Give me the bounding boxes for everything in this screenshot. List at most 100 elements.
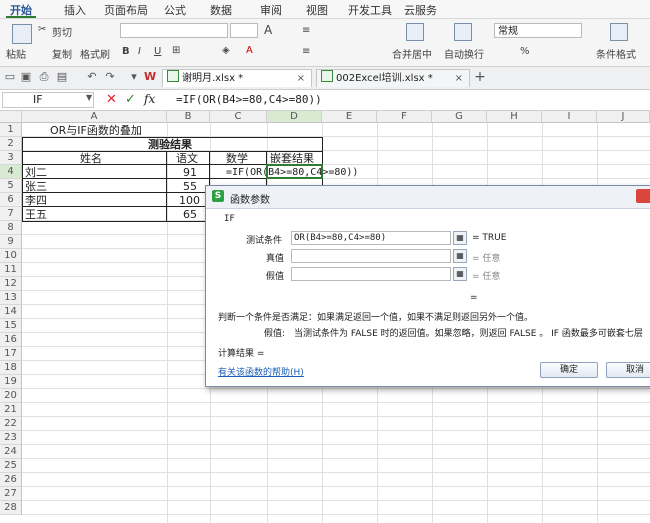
font-size-select[interactable]: [230, 23, 258, 38]
print-icon[interactable]: ⎙: [38, 71, 50, 83]
row-header[interactable]: 21: [0, 403, 22, 417]
align-left-icon[interactable]: ≡: [302, 46, 310, 57]
help-link[interactable]: 有关该函数的帮助(H): [218, 365, 304, 378]
row-header[interactable]: 14: [0, 305, 22, 319]
wrap-text-button[interactable]: 自动换行: [444, 46, 484, 61]
paste-button[interactable]: 粘贴: [6, 46, 26, 61]
font-name-select[interactable]: [120, 23, 228, 38]
column-header-i[interactable]: I: [542, 111, 597, 123]
cancel-formula-icon[interactable]: ✕: [106, 92, 117, 107]
confirm-formula-icon[interactable]: ✓: [125, 92, 136, 107]
border-icon[interactable]: ⊞: [172, 45, 180, 56]
column-header-e[interactable]: E: [322, 111, 377, 123]
number-format-select[interactable]: 常规: [494, 23, 582, 38]
select-all-corner[interactable]: [0, 111, 22, 123]
row-header[interactable]: 10: [0, 249, 22, 263]
column-header-j[interactable]: J: [597, 111, 650, 123]
paste-icon[interactable]: [12, 24, 32, 44]
menu-cloud[interactable]: 云服务: [404, 2, 437, 18]
row-header[interactable]: 16: [0, 333, 22, 347]
merge-center-button[interactable]: 合并居中: [392, 46, 432, 61]
grow-font-button[interactable]: A: [264, 23, 272, 37]
row-header[interactable]: 13: [0, 291, 22, 305]
insert-function-icon[interactable]: fx: [144, 92, 155, 106]
value-if-true-input[interactable]: [291, 249, 451, 263]
formula-input[interactable]: =IF(OR(B4>=80,C4>=80)): [176, 93, 322, 106]
preview-icon[interactable]: ▤: [56, 71, 68, 83]
wrap-text-icon[interactable]: [454, 23, 472, 41]
header-chinese[interactable]: 语文: [176, 152, 198, 165]
cell-d4-formula[interactable]: =IF(OR(B4>=80,C4>=80)): [226, 166, 358, 179]
cell-a1[interactable]: OR与IF函数的叠加: [50, 124, 142, 137]
copy-button[interactable]: 复制: [52, 46, 72, 61]
header-nested[interactable]: 嵌套结果: [270, 152, 314, 165]
row-header[interactable]: 20: [0, 389, 22, 403]
row-header[interactable]: 17: [0, 347, 22, 361]
header-name[interactable]: 姓名: [80, 152, 102, 165]
ok-button[interactable]: 确定: [540, 362, 598, 378]
row-header[interactable]: 9: [0, 235, 22, 249]
row-header[interactable]: 24: [0, 445, 22, 459]
undo-icon[interactable]: ↶: [86, 71, 98, 83]
italic-button[interactable]: I: [138, 46, 141, 57]
cell-score[interactable]: 91: [183, 166, 197, 179]
conditional-format-button[interactable]: 条件格式: [596, 46, 636, 61]
chevron-down-icon[interactable]: ▼: [86, 93, 92, 102]
close-icon[interactable]: ×: [455, 70, 463, 87]
range-select-icon[interactable]: ▦: [453, 267, 467, 281]
row-header[interactable]: 28: [0, 501, 22, 515]
column-header-h[interactable]: H: [487, 111, 542, 123]
row-header[interactable]: 7: [0, 207, 22, 221]
format-painter-button[interactable]: 格式刷: [80, 46, 110, 61]
dropdown-arrow-icon[interactable]: ▾: [128, 71, 140, 83]
dialog-title-bar[interactable]: S 函数参数: [206, 186, 650, 209]
row-header[interactable]: 12: [0, 277, 22, 291]
row-header[interactable]: 22: [0, 417, 22, 431]
menu-developer[interactable]: 开发工具: [348, 2, 392, 18]
menu-review[interactable]: 审阅: [260, 2, 282, 18]
row-header[interactable]: 2: [0, 137, 22, 151]
open-folder-icon[interactable]: ▭: [4, 71, 16, 83]
merge-icon[interactable]: [406, 23, 424, 41]
cell-score[interactable]: 65: [183, 208, 197, 221]
cell-name[interactable]: 张三: [25, 180, 47, 193]
table-title[interactable]: 测验结果: [148, 138, 192, 151]
range-select-icon[interactable]: ▦: [453, 249, 467, 263]
font-color-icon[interactable]: A: [246, 45, 253, 56]
cell-name[interactable]: 王五: [25, 208, 47, 221]
header-math[interactable]: 数学: [226, 152, 248, 165]
row-header[interactable]: 15: [0, 319, 22, 333]
row-header[interactable]: 4: [0, 165, 22, 179]
cut-button[interactable]: 剪切: [52, 24, 72, 39]
menu-view[interactable]: 视图: [306, 2, 328, 18]
scissors-icon[interactable]: ✂: [38, 24, 46, 35]
menu-insert[interactable]: 插入: [64, 2, 86, 18]
menu-formulas[interactable]: 公式: [164, 2, 186, 18]
row-header[interactable]: 5: [0, 179, 22, 193]
range-select-icon[interactable]: ▦: [453, 231, 467, 245]
column-header-c[interactable]: C: [210, 111, 267, 123]
menu-page-layout[interactable]: 页面布局: [104, 2, 148, 18]
underline-button[interactable]: U: [154, 46, 161, 57]
logical-test-input[interactable]: OR(B4>=80,C4>=80): [291, 231, 451, 245]
cell-name[interactable]: 刘二: [25, 166, 47, 179]
column-header-g[interactable]: G: [432, 111, 487, 123]
column-header-a[interactable]: A: [22, 111, 167, 123]
column-header-f[interactable]: F: [377, 111, 432, 123]
row-header[interactable]: 8: [0, 221, 22, 235]
percent-button[interactable]: %: [520, 46, 530, 57]
save-icon[interactable]: ▣: [20, 71, 32, 83]
row-header[interactable]: 25: [0, 459, 22, 473]
conditional-format-icon[interactable]: [610, 23, 628, 41]
bold-button[interactable]: B: [122, 46, 130, 57]
row-header[interactable]: 23: [0, 431, 22, 445]
row-header[interactable]: 18: [0, 361, 22, 375]
cell-name[interactable]: 李四: [25, 194, 47, 207]
redo-icon[interactable]: ↷: [104, 71, 116, 83]
cancel-button[interactable]: 取消: [606, 362, 650, 378]
name-box[interactable]: IF: [2, 92, 94, 108]
row-header[interactable]: 11: [0, 263, 22, 277]
column-header-b[interactable]: B: [167, 111, 210, 123]
column-header-d[interactable]: D: [267, 111, 322, 123]
row-header[interactable]: 3: [0, 151, 22, 165]
